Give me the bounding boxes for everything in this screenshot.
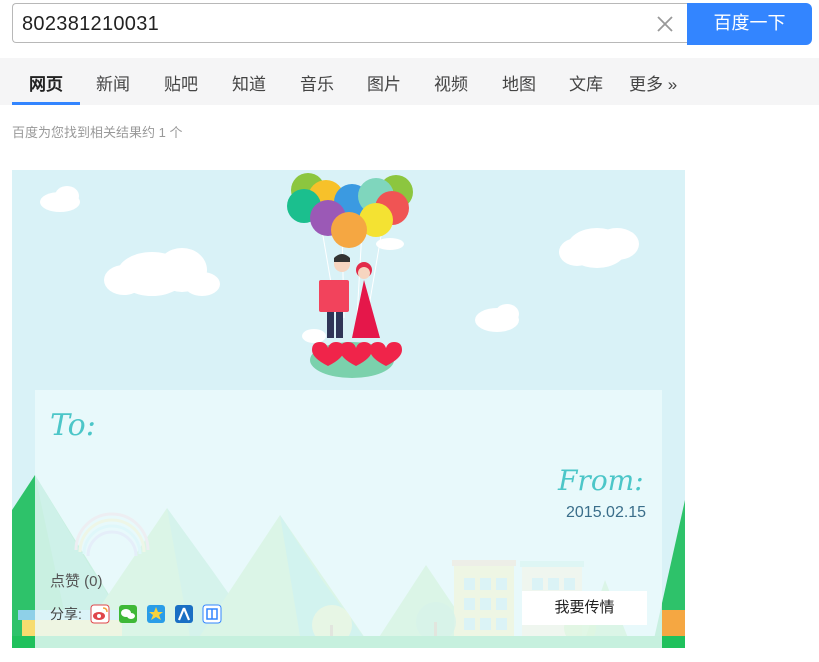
share-row: 分享: bbox=[50, 604, 222, 624]
renren-icon[interactable] bbox=[174, 604, 194, 624]
tab-wenku[interactable]: 文库 bbox=[569, 70, 603, 95]
search-box[interactable]: 802381210031 bbox=[12, 3, 687, 43]
card-date: 2015.02.15 bbox=[566, 504, 647, 521]
to-label: To: bbox=[50, 408, 96, 443]
tab-video[interactable]: 视频 bbox=[434, 70, 468, 95]
tab-web[interactable]: 网页 bbox=[29, 70, 63, 95]
tieba-icon[interactable] bbox=[202, 604, 222, 624]
result-count: 百度为您找到相关结果约 1 个 bbox=[12, 125, 183, 140]
tab-images[interactable]: 图片 bbox=[367, 70, 401, 95]
ecard: To: From: 2015.02.15 点赞 (0) 分享: 我要传情 bbox=[12, 170, 685, 648]
qzone-icon[interactable] bbox=[146, 604, 166, 624]
like-link[interactable]: 点赞 (0) bbox=[50, 570, 103, 591]
tab-zhidao[interactable]: 知道 bbox=[232, 70, 266, 95]
search-button[interactable]: 百度一下 bbox=[687, 3, 812, 45]
tab-music[interactable]: 音乐 bbox=[300, 70, 334, 95]
close-icon[interactable] bbox=[655, 14, 675, 34]
share-label: 分享: bbox=[50, 606, 82, 622]
weibo-icon[interactable] bbox=[90, 604, 110, 624]
spread-love-button[interactable]: 我要传情 bbox=[522, 591, 647, 625]
tab-more[interactable]: 更多 » bbox=[629, 70, 677, 95]
tab-map[interactable]: 地图 bbox=[502, 70, 536, 95]
from-label: From: bbox=[558, 464, 644, 497]
tab-tieba[interactable]: 贴吧 bbox=[164, 70, 198, 95]
search-input[interactable]: 802381210031 bbox=[22, 13, 159, 36]
tab-news[interactable]: 新闻 bbox=[96, 70, 130, 95]
tab-bar: 网页 新闻 贴吧 知道 音乐 图片 视频 地图 文库 更多 » bbox=[0, 58, 819, 105]
balloon-cluster bbox=[287, 173, 413, 248]
active-tab-indicator bbox=[12, 102, 80, 105]
wechat-icon[interactable] bbox=[118, 604, 138, 624]
